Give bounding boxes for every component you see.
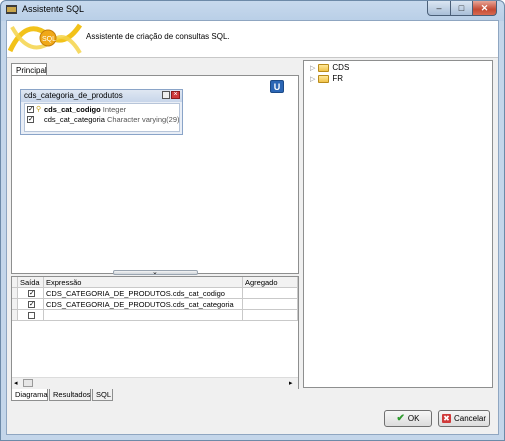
tree-item-cds[interactable]: ▷ CDS (310, 63, 349, 72)
field-row-cds-cat-codigo[interactable]: cds_cat_codigo Integer (44, 105, 126, 114)
scrollbar-thumb[interactable] (23, 379, 33, 387)
cancel-x-icon: ✖ (441, 414, 451, 423)
svg-text:SQL: SQL (42, 36, 56, 43)
table-close-icon[interactable]: × (171, 91, 180, 99)
grid-cell-expressao[interactable]: CDS_CATEGORIA_DE_PRODUTOS.cds_cat_codigo (44, 288, 243, 299)
cancel-button-label: Cancelar (453, 414, 486, 423)
field-checkbox-cds-cat-codigo[interactable]: ✓ (27, 106, 34, 113)
expand-arrow-icon[interactable]: ▷ (310, 76, 315, 83)
column-header-agregado[interactable]: Agregado (243, 277, 298, 288)
header-description: Assistente de criação de consultas SQL. (86, 32, 230, 41)
minimize-button[interactable]: – (427, 1, 451, 16)
tree-item-fr[interactable]: ▷ FR (310, 74, 343, 83)
horizontal-scrollbar[interactable]: ◂ ▸ (12, 377, 298, 389)
field-name: cds_cat_codigo (44, 105, 101, 114)
grid-cell-agregado[interactable] (243, 288, 298, 299)
database-tree (303, 60, 493, 388)
ok-button-label: OK (407, 414, 420, 423)
grid-cell-saida[interactable] (18, 310, 44, 321)
wizard-logo-icon: SQL (7, 21, 83, 57)
cancel-button[interactable]: ✖ Cancelar (438, 410, 490, 427)
saida-checkbox[interactable]: ✓ (28, 301, 35, 308)
grid-cell-saida[interactable]: ✓ (18, 288, 44, 299)
table-name: cds_categoria_de_produtos (24, 91, 123, 100)
grid-cell-expressao[interactable]: CDS_CATEGORIA_DE_PRODUTOS.cds_cat_catego… (44, 299, 243, 310)
grid-cell-saida[interactable]: ✓ (18, 299, 44, 310)
field-row-cds-cat-categoria[interactable]: cds_cat_categoria Character varying(29) (44, 115, 180, 124)
grid-cell-agregado[interactable] (243, 299, 298, 310)
scroll-right-icon[interactable]: ▸ (289, 379, 293, 387)
minimize-icon: – (436, 3, 442, 13)
scroll-left-icon[interactable]: ◂ (14, 379, 18, 387)
folder-icon (318, 74, 330, 83)
checkmark-icon: ✔ (396, 413, 405, 424)
saida-checkbox[interactable]: ✓ (28, 290, 35, 297)
field-type: Integer (102, 105, 127, 114)
table-minimize-icon[interactable] (162, 91, 170, 99)
tree-item-label: CDS (332, 63, 350, 72)
maximize-button[interactable]: □ (451, 1, 473, 16)
tab-resultados[interactable]: Resultados (49, 389, 91, 401)
expression-grid: Saída Expressão Agregado ✓ CDS_CATEGORIA… (11, 276, 299, 389)
field-type: Character varying(29) (106, 115, 180, 124)
expand-arrow-icon[interactable]: ▷ (310, 65, 315, 72)
close-button[interactable]: ✕ (473, 1, 497, 16)
primary-key-icon: ⚲ (36, 106, 42, 113)
column-header-saida[interactable]: Saída (18, 277, 44, 288)
tab-diagrama[interactable]: Diagrama (11, 389, 48, 401)
chevron-down-icon[interactable]: ⌄ (152, 268, 158, 276)
column-header-expressao[interactable]: Expressão (44, 277, 243, 288)
ok-button[interactable]: ✔ OK (384, 410, 432, 427)
tree-item-label: FR (332, 74, 344, 83)
union-button[interactable]: U (270, 80, 284, 93)
grid-cell-expressao[interactable] (44, 310, 243, 321)
window-title: Assistente SQL (22, 4, 85, 14)
app-icon (6, 5, 17, 14)
folder-icon (318, 63, 330, 72)
saida-checkbox[interactable] (28, 312, 35, 319)
grid-cell-agregado[interactable] (243, 310, 298, 321)
field-checkbox-cds-cat-categoria[interactable]: ✓ (27, 116, 34, 123)
maximize-icon: □ (458, 3, 465, 13)
tab-sql[interactable]: SQL (92, 389, 113, 401)
field-name: cds_cat_categoria (44, 115, 105, 124)
close-icon: ✕ (480, 2, 489, 13)
